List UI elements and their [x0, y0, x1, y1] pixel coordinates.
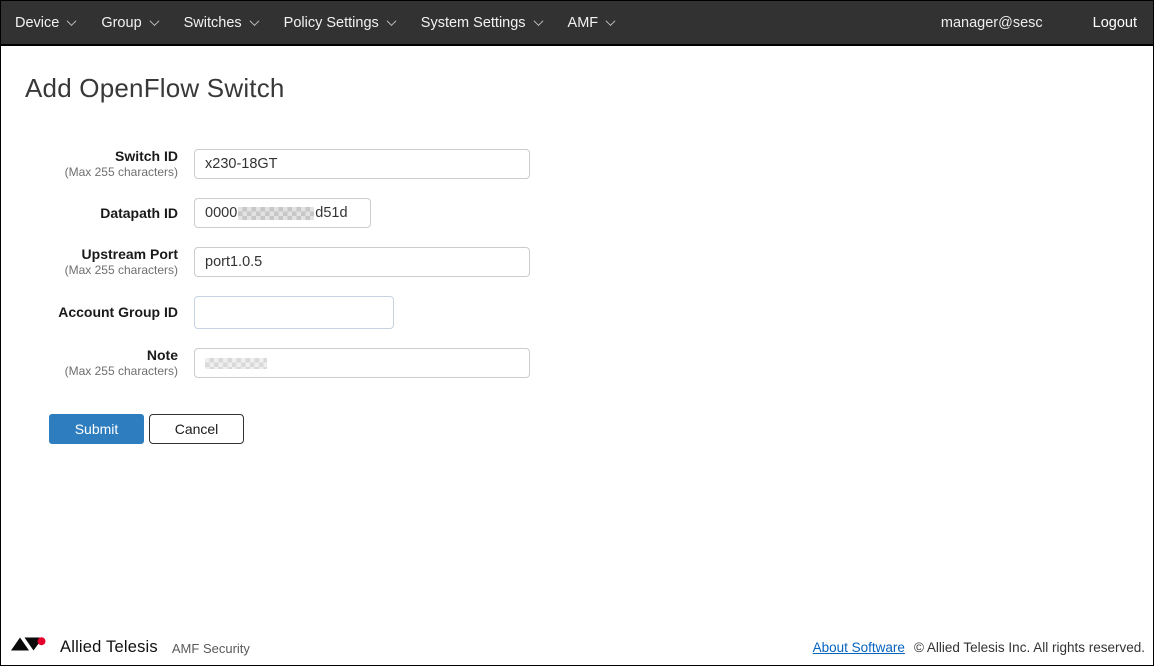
brand-name: Allied Telesis	[60, 637, 158, 656]
form-row-note: Note (Max 255 characters)	[25, 347, 1153, 379]
add-openflow-switch-form: Switch ID (Max 255 characters) Datapath …	[25, 148, 1153, 444]
nav-item-label: Switches	[183, 14, 242, 31]
nav-item-system-settings[interactable]: System Settings	[408, 15, 555, 31]
chevron-down-icon	[149, 16, 160, 27]
nav-item-switches[interactable]: Switches	[171, 15, 271, 31]
chevron-down-icon	[66, 16, 77, 27]
note-label: Note	[146, 347, 178, 363]
datapath-id-input[interactable]: 0000 d51d	[194, 198, 371, 228]
footer: Allied Telesis AMF Security About Softwa…	[1, 631, 1153, 665]
nav-item-device[interactable]: Device	[15, 15, 88, 31]
datapath-id-label: Datapath ID	[100, 204, 178, 221]
account-group-id-input[interactable]	[194, 296, 394, 329]
nav-item-group[interactable]: Group	[88, 15, 170, 31]
page: Device Group Switches Policy Settings Sy…	[0, 0, 1154, 666]
page-title: Add OpenFlow Switch	[25, 73, 285, 103]
logout-button[interactable]: Logout	[1093, 15, 1137, 31]
form-row-account-group-id: Account Group ID	[25, 296, 1153, 329]
note-input[interactable]	[194, 348, 530, 378]
redaction-blur	[238, 206, 315, 220]
nav-item-label: Policy Settings	[283, 14, 379, 31]
copyright-text: © Allied Telesis Inc. All rights reserve…	[913, 639, 1145, 655]
nav-item-label: AMF	[567, 14, 599, 31]
upstream-port-label: Upstream Port	[81, 246, 178, 262]
nav-item-label: Device	[15, 14, 60, 31]
chevron-down-icon	[605, 16, 616, 27]
form-row-datapath-id: Datapath ID 0000 d51d	[25, 198, 1153, 228]
switch-id-hint: (Max 255 characters)	[64, 165, 178, 179]
cancel-button[interactable]: Cancel	[149, 414, 244, 444]
form-row-upstream-port: Upstream Port (Max 255 characters)	[25, 246, 1153, 278]
note-hint: (Max 255 characters)	[64, 364, 178, 378]
submit-button[interactable]: Submit	[49, 414, 144, 444]
switch-id-label: Switch ID	[114, 148, 178, 164]
field-label-cell: Switch ID (Max 255 characters)	[25, 148, 178, 180]
field-label-cell: Note (Max 255 characters)	[25, 347, 178, 379]
allied-telesis-logo-icon	[11, 635, 53, 659]
upstream-port-hint: (Max 255 characters)	[64, 263, 178, 277]
nav-item-amf[interactable]: AMF	[555, 15, 628, 31]
chevron-down-icon	[249, 16, 260, 27]
logged-in-user: manager@sesc	[940, 14, 1043, 31]
chevron-down-icon	[386, 16, 397, 27]
datapath-id-value-prefix: 0000	[205, 205, 238, 221]
field-label-cell: Upstream Port (Max 255 characters)	[25, 246, 178, 278]
datapath-id-value-suffix: d51d	[315, 205, 348, 221]
field-label-cell: Datapath ID	[25, 198, 178, 228]
account-group-id-label: Account Group ID	[58, 304, 178, 320]
nav-item-policy-settings[interactable]: Policy Settings	[271, 15, 408, 31]
redaction-blur	[205, 357, 267, 369]
nav-item-label: System Settings	[420, 14, 526, 31]
form-actions: Submit Cancel	[49, 414, 1153, 444]
product-name: AMF Security	[171, 641, 250, 656]
about-software-link[interactable]: About Software	[813, 640, 905, 655]
upstream-port-input[interactable]	[194, 247, 530, 277]
chevron-down-icon	[533, 16, 543, 27]
switch-id-input[interactable]	[194, 149, 530, 179]
form-row-switch-id: Switch ID (Max 255 characters)	[25, 148, 1153, 180]
nav-item-label: Group	[101, 14, 142, 31]
top-navbar: Device Group Switches Policy Settings Sy…	[1, 1, 1153, 46]
field-label-cell: Account Group ID	[25, 296, 178, 329]
